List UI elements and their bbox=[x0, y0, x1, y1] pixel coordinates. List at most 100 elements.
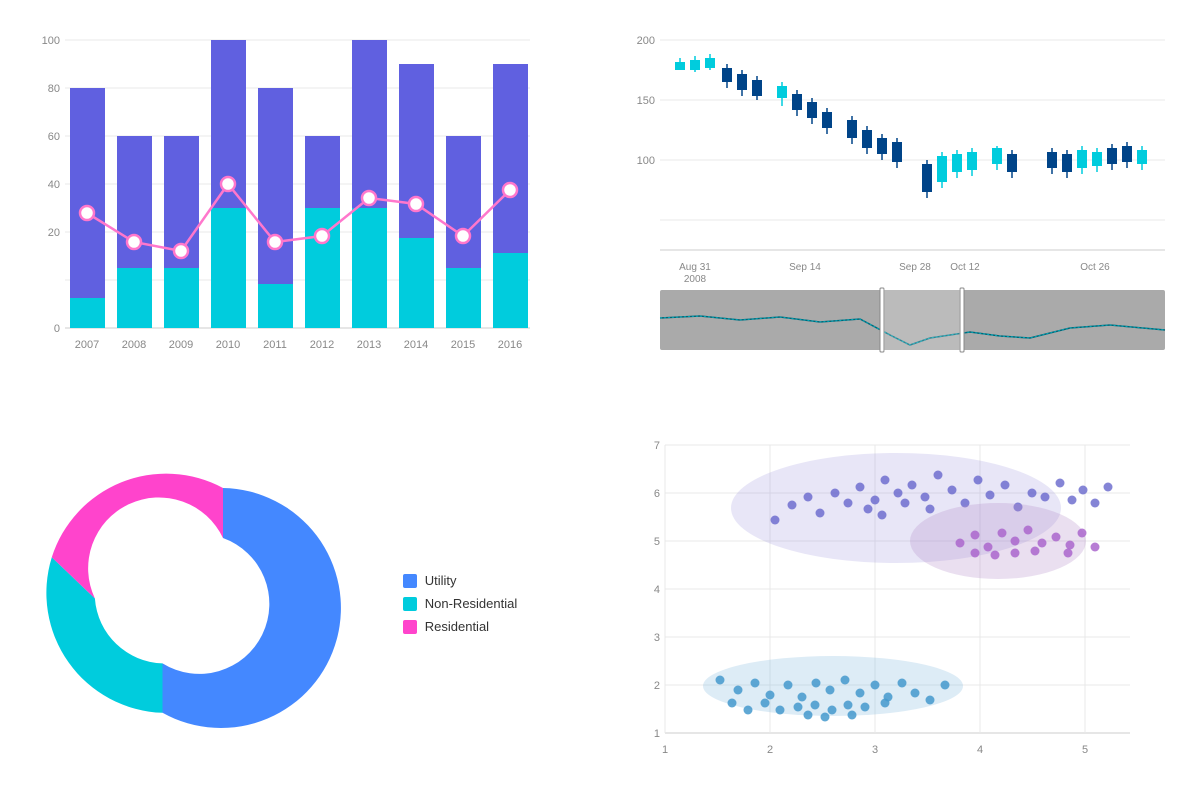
dot-p4 bbox=[816, 509, 825, 518]
candle-2 bbox=[690, 60, 700, 70]
dot-b2 bbox=[734, 686, 743, 695]
dot-b5 bbox=[784, 681, 793, 690]
legend-residential: Residential bbox=[403, 619, 518, 634]
x-label-2012: 2012 bbox=[310, 339, 334, 351]
dot-b27 bbox=[804, 711, 813, 720]
dot-pk3 bbox=[984, 543, 993, 552]
candle-21 bbox=[1047, 152, 1057, 168]
dot-pk14 bbox=[1011, 549, 1020, 558]
nav-handle-right[interactable] bbox=[960, 288, 964, 352]
dot-p23 bbox=[1068, 496, 1077, 505]
x-label-2011: 2011 bbox=[263, 339, 287, 351]
legend-utility-color bbox=[403, 574, 417, 588]
y-s-1: 1 bbox=[654, 728, 660, 740]
dot-p29 bbox=[901, 499, 910, 508]
y-label-80: 80 bbox=[48, 83, 60, 95]
y-200: 200 bbox=[637, 35, 655, 47]
bar-cyan-2011 bbox=[258, 284, 293, 328]
y-s-6: 6 bbox=[654, 488, 660, 500]
x-label-2010: 2010 bbox=[216, 339, 240, 351]
dot-p7 bbox=[856, 483, 865, 492]
dot-pk10 bbox=[1078, 529, 1087, 538]
donut-nonresidential bbox=[46, 557, 162, 713]
x-sep14: Sep 14 bbox=[789, 262, 821, 273]
scatter-chart-panel: 1 2 3 4 5 6 7 1 2 3 4 5 bbox=[600, 405, 1200, 810]
dot-p21 bbox=[1041, 493, 1050, 502]
dot-b20 bbox=[811, 701, 820, 710]
donut-svg bbox=[83, 468, 363, 748]
dot-p24 bbox=[1079, 486, 1088, 495]
dot-b25 bbox=[728, 699, 737, 708]
dot-p26 bbox=[1104, 483, 1113, 492]
x-label-2015: 2015 bbox=[451, 339, 475, 351]
dot-p1 bbox=[771, 516, 780, 525]
donut-legend: Utility Non-Residential Residential bbox=[403, 573, 518, 642]
dot-p18 bbox=[1001, 481, 1010, 490]
candle-20 bbox=[1007, 154, 1017, 172]
legend-residential-label: Residential bbox=[425, 619, 489, 634]
dot-p10 bbox=[894, 489, 903, 498]
bar-cyan-2007 bbox=[70, 298, 105, 328]
dot-pk13 bbox=[991, 551, 1000, 560]
x-oct26: Oct 26 bbox=[1080, 262, 1110, 273]
dot-2009 bbox=[174, 244, 188, 258]
dot-pk6 bbox=[1024, 526, 1033, 535]
candle-3 bbox=[705, 58, 715, 68]
bar-cyan-2013 bbox=[352, 208, 387, 328]
candle-14 bbox=[892, 142, 902, 162]
bar-cyan-2016 bbox=[493, 253, 528, 328]
candle-1 bbox=[675, 62, 685, 70]
legend-utility-label: Utility bbox=[425, 573, 457, 588]
x-aug31: Aug 31 bbox=[679, 262, 711, 273]
dot-b11 bbox=[871, 681, 880, 690]
x-label-2013: 2013 bbox=[357, 339, 381, 351]
dot-p20 bbox=[1028, 489, 1037, 498]
dot-pk4 bbox=[998, 529, 1007, 538]
x-2008: 2008 bbox=[684, 274, 707, 285]
dot-p2 bbox=[788, 501, 797, 510]
y-s-3: 3 bbox=[654, 632, 660, 644]
y-s-4: 4 bbox=[654, 584, 660, 596]
dot-2016 bbox=[503, 183, 517, 197]
dot-p14 bbox=[948, 486, 957, 495]
dot-p16 bbox=[974, 476, 983, 485]
legend-nonresidential-label: Non-Residential bbox=[425, 596, 518, 611]
dot-b9 bbox=[841, 676, 850, 685]
dot-p11 bbox=[908, 481, 917, 490]
candle-8 bbox=[792, 94, 802, 110]
dot-b17 bbox=[761, 699, 770, 708]
dot-b21 bbox=[828, 706, 837, 715]
dot-p6 bbox=[844, 499, 853, 508]
x-s-2: 2 bbox=[767, 744, 773, 756]
candlestick-chart-panel: 200 150 100 bbox=[600, 0, 1200, 405]
candle-27 bbox=[1137, 150, 1147, 164]
nav-handle-left[interactable] bbox=[880, 288, 884, 352]
y-label-40: 40 bbox=[48, 179, 60, 191]
dot-pk16 bbox=[1064, 549, 1073, 558]
candle-22 bbox=[1062, 154, 1072, 172]
y-s-7: 7 bbox=[654, 440, 660, 452]
dot-2012 bbox=[315, 229, 329, 243]
candle-13 bbox=[877, 138, 887, 154]
candle-6 bbox=[752, 80, 762, 96]
legend-nonresidential: Non-Residential bbox=[403, 596, 518, 611]
dot-b13 bbox=[898, 679, 907, 688]
x-s-3: 3 bbox=[872, 744, 878, 756]
donut-residential bbox=[52, 473, 223, 598]
dot-p9 bbox=[881, 476, 890, 485]
y-s-2: 2 bbox=[654, 680, 660, 692]
dot-b28 bbox=[821, 713, 830, 722]
dot-b29 bbox=[848, 711, 857, 720]
dot-p28 bbox=[878, 511, 887, 520]
bar-cyan-2009 bbox=[164, 268, 199, 328]
dot-b14 bbox=[911, 689, 920, 698]
dot-b26 bbox=[744, 706, 753, 715]
bar-cyan-2008 bbox=[117, 268, 152, 328]
donut-chart-panel: Utility Non-Residential Residential bbox=[0, 405, 600, 810]
dot-b23 bbox=[861, 703, 870, 712]
bar-line-chart-panel: 100 80 60 40 20 0 bbox=[0, 0, 600, 405]
legend-utility: Utility bbox=[403, 573, 518, 588]
y-label-0: 0 bbox=[54, 323, 60, 335]
dot-2014 bbox=[409, 197, 423, 211]
dot-b7 bbox=[812, 679, 821, 688]
